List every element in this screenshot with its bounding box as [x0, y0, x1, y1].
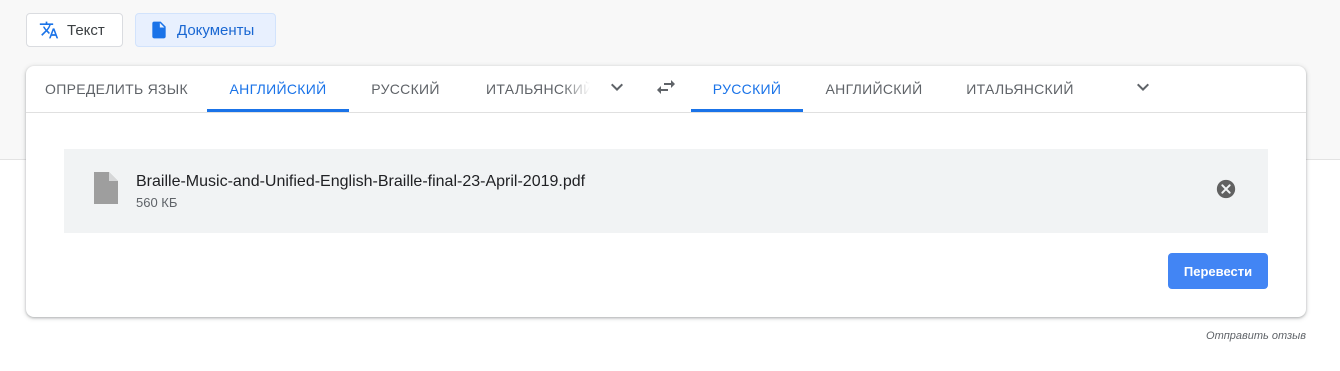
target-more-languages-button[interactable] [1129, 75, 1157, 103]
close-circle-icon [1215, 178, 1237, 205]
uploaded-file: Braille-Music-and-Unified-English-Braill… [64, 149, 1268, 233]
text-mode-label: Текст [67, 21, 105, 39]
send-feedback-link[interactable]: Отправить отзыв [1206, 330, 1306, 342]
document-icon [149, 20, 169, 40]
chevron-down-icon [1131, 75, 1155, 104]
documents-mode-button[interactable]: Документы [135, 13, 276, 47]
translate-button[interactable]: Перевести [1168, 253, 1268, 289]
tab-label: АНГЛИЙСКИЙ [229, 81, 327, 97]
file-icon [94, 172, 118, 209]
tab-target-english[interactable]: АНГЛИЙСКИЙ [803, 66, 945, 112]
source-more-languages-button[interactable] [603, 75, 631, 103]
swap-arrows-icon [654, 75, 678, 104]
tab-label: ОПРЕДЕЛИТЬ ЯЗЫК [45, 81, 188, 97]
file-size: 560 КБ [136, 195, 178, 210]
tab-label: РУССКИЙ [371, 81, 440, 97]
tab-label: ИТАЛЬЯНСКИЙ [486, 81, 590, 97]
swap-languages-button[interactable] [652, 75, 680, 103]
tab-target-italian[interactable]: ИТАЛЬЯНСКИЙ [945, 66, 1095, 112]
translate-card: ОПРЕДЕЛИТЬ ЯЗЫК АНГЛИЙСКИЙ РУССКИЙ ИТАЛЬ… [26, 66, 1306, 317]
chevron-down-icon [605, 75, 629, 104]
documents-mode-label: Документы [177, 21, 255, 39]
tab-label: АНГЛИЙСКИЙ [825, 81, 923, 97]
text-mode-button[interactable]: Текст [26, 13, 123, 47]
tab-source-russian[interactable]: РУССКИЙ [349, 66, 462, 112]
tab-source-english[interactable]: АНГЛИЙСКИЙ [207, 66, 349, 112]
remove-file-button[interactable] [1214, 179, 1238, 203]
tab-detect-language[interactable]: ОПРЕДЕЛИТЬ ЯЗЫК [26, 66, 207, 112]
tab-label: РУССКИЙ [712, 81, 782, 97]
language-bar: ОПРЕДЕЛИТЬ ЯЗЫК АНГЛИЙСКИЙ РУССКИЙ ИТАЛЬ… [26, 66, 1306, 113]
tab-target-russian[interactable]: РУССКИЙ [691, 66, 803, 112]
file-name: Braille-Music-and-Unified-English-Braill… [136, 173, 586, 190]
tab-source-italian[interactable]: ИТАЛЬЯНСКИЙ [482, 66, 590, 112]
tab-label: ИТАЛЬЯНСКИЙ [966, 81, 1074, 97]
translate-icon [39, 20, 59, 40]
